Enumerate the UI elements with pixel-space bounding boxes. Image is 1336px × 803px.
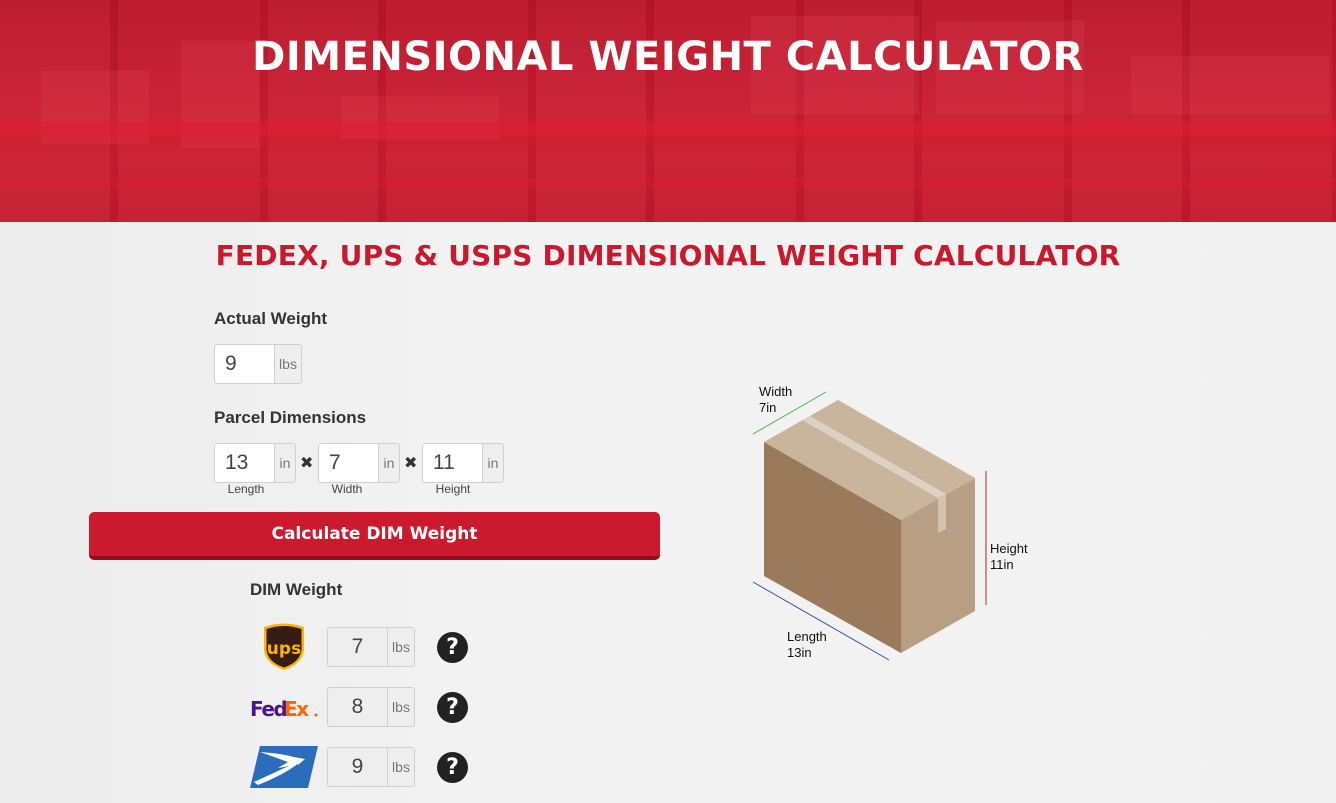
fedex-logo-ex: Ex (284, 697, 309, 721)
height-diagram-value: 11in (990, 557, 1014, 572)
width-group: in (318, 443, 400, 483)
fedex-dim-weight-output (328, 688, 387, 726)
calculator-heading: FEDEX, UPS & USPS DIMENSIONAL WEIGHT CAL… (215, 239, 1121, 272)
width-input[interactable] (319, 444, 378, 482)
question-circle-icon[interactable]: ? (437, 752, 468, 783)
question-circle-icon[interactable]: ? (437, 632, 468, 663)
usps-dim-weight-output (328, 748, 387, 786)
length-group: in (214, 443, 296, 483)
header-banner: DIMENSIONAL WEIGHT CALCULATOR (0, 0, 1336, 222)
usps-unit: lbs (387, 748, 414, 786)
box-tape (938, 494, 946, 533)
length-diagram-name: Length (787, 629, 827, 644)
height-diagram-label: Height 11in (990, 541, 1028, 573)
fedex-logo-fed: Fed (250, 697, 286, 721)
parcel-dimensions-label: Parcel Dimensions (214, 408, 367, 427)
actual-weight-input[interactable] (215, 345, 274, 383)
actual-weight-group: lbs (214, 344, 302, 384)
calculate-dim-weight-button[interactable]: Calculate DIM Weight (89, 512, 660, 560)
width-diagram-label: Width 7in (759, 384, 792, 416)
width-caption: Width (331, 482, 363, 496)
height-unit: in (482, 444, 503, 482)
times-icon: ✖ (300, 453, 314, 472)
height-caption: Height (435, 482, 471, 496)
length-unit: in (274, 444, 295, 482)
ups-logo: ups (262, 622, 306, 672)
fedex-result-group: lbs (327, 687, 415, 727)
width-diagram-value: 7in (759, 400, 777, 415)
width-diagram-name: Width (759, 384, 793, 399)
ups-logo-text: ups (267, 639, 301, 659)
fedex-logo: Fed Ex (250, 694, 320, 722)
length-caption: Length (227, 482, 265, 496)
height-diagram-name: Height (990, 541, 1028, 556)
banner-shelf (0, 122, 1336, 136)
length-input[interactable] (215, 444, 274, 482)
usps-logo (250, 746, 318, 788)
ups-unit: lbs (387, 628, 414, 666)
actual-weight-unit: lbs (274, 345, 301, 383)
ups-dim-weight-output (328, 628, 387, 666)
length-diagram-value: 13in (787, 645, 812, 660)
length-diagram-label: Length 13in (787, 629, 827, 661)
height-group: in (422, 443, 504, 483)
usps-result-group: lbs (327, 747, 415, 787)
parcel-diagram: Width 7in Height 11in Length 13in (740, 375, 1060, 675)
times-icon: ✖ (404, 453, 418, 472)
height-input[interactable] (423, 444, 482, 482)
ups-result-group: lbs (327, 627, 415, 667)
fedex-unit: lbs (387, 688, 414, 726)
width-unit: in (378, 444, 399, 482)
banner-shelf (0, 178, 1336, 188)
page-title: DIMENSIONAL WEIGHT CALCULATOR (252, 34, 1084, 80)
actual-weight-label: Actual Weight (214, 309, 328, 328)
question-circle-icon[interactable]: ? (437, 692, 468, 723)
dim-weight-label: DIM Weight (250, 580, 343, 599)
